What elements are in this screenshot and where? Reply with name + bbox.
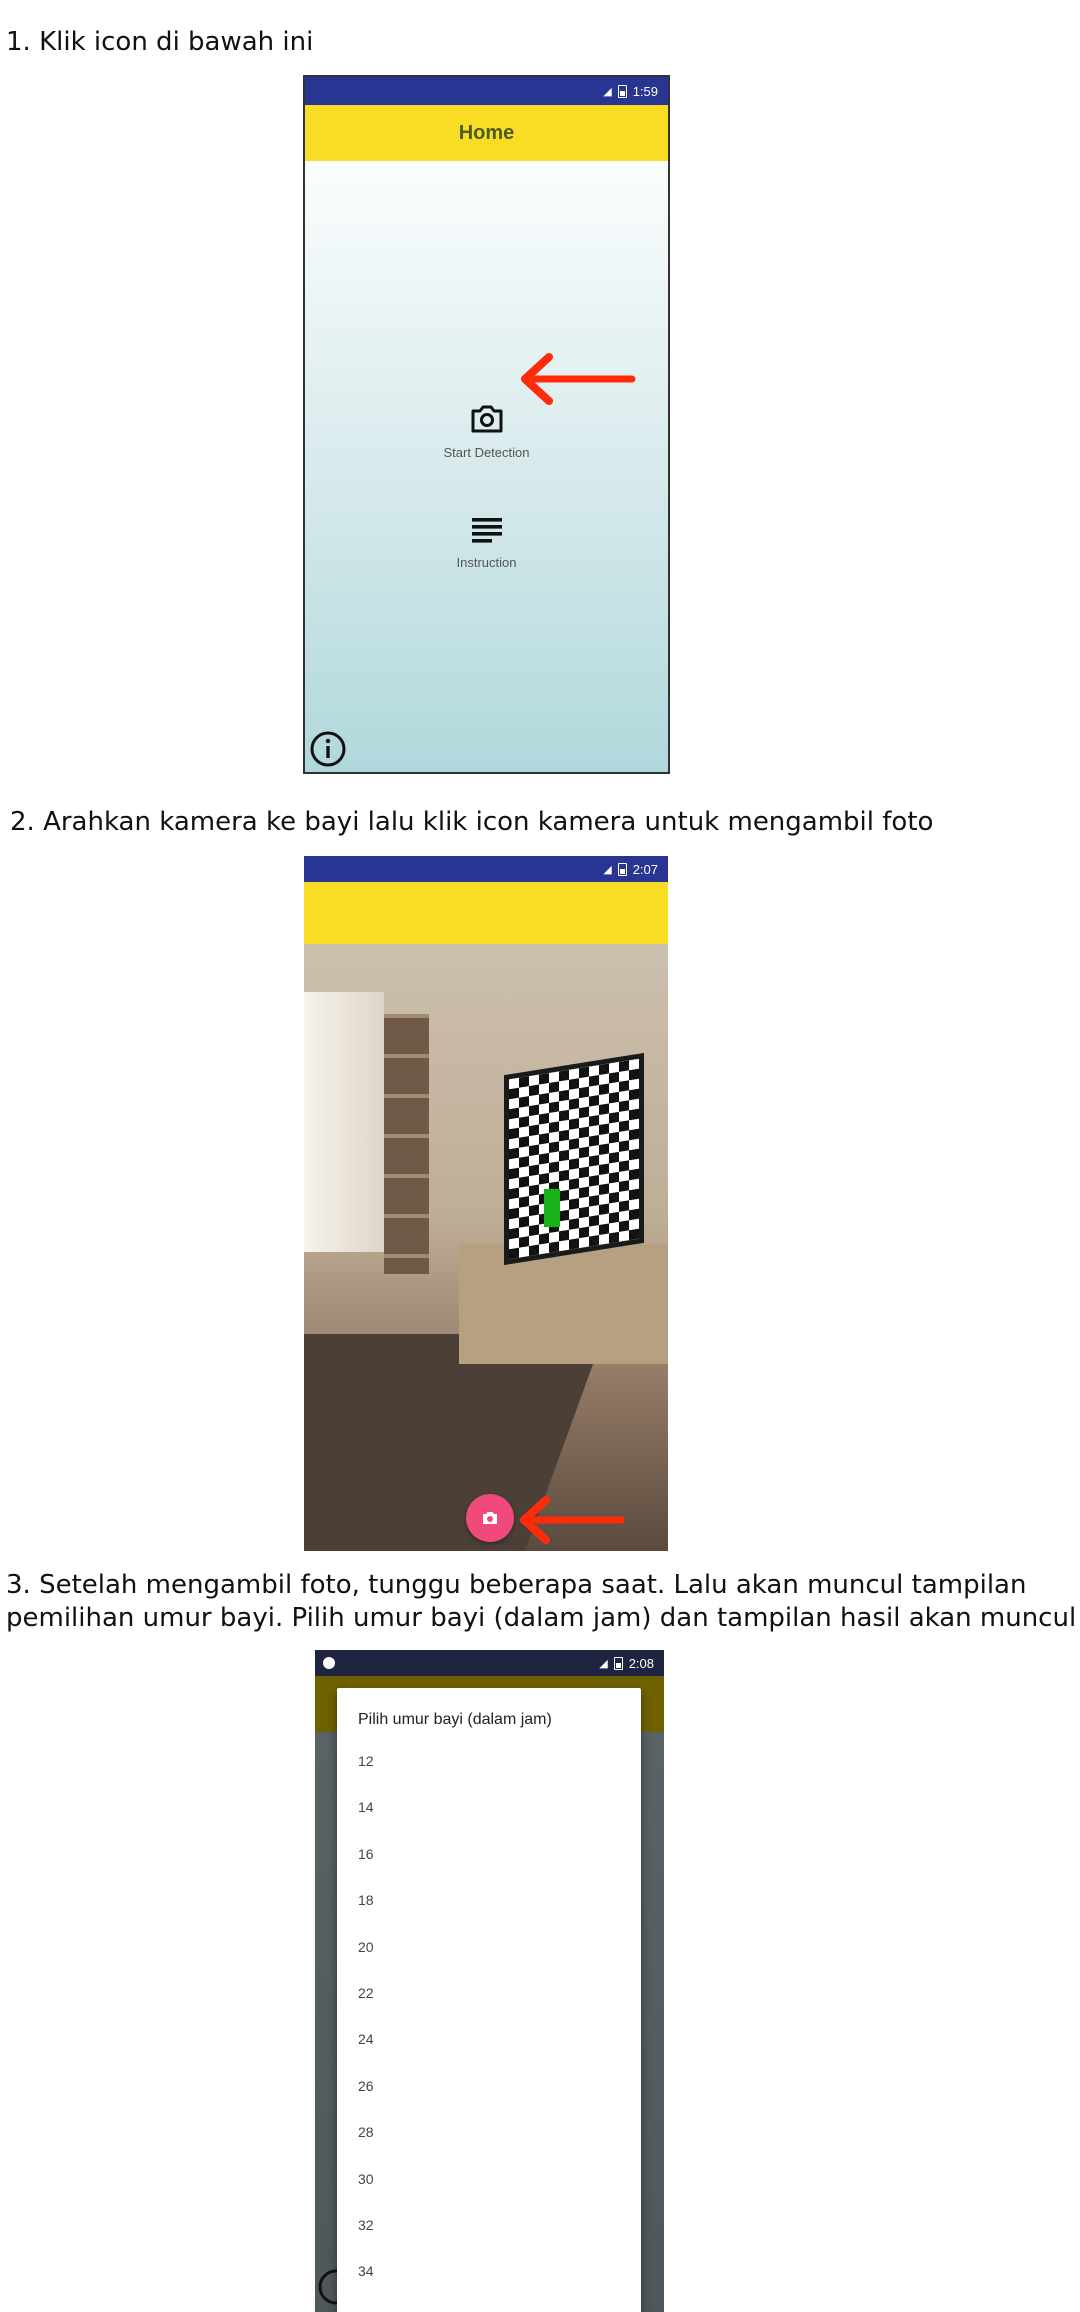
info-icon[interactable] xyxy=(309,730,347,768)
status-time: 2:08 xyxy=(628,1655,654,1671)
age-option-16[interactable]: 16 xyxy=(337,1847,641,1893)
room-bookshelf xyxy=(384,1014,429,1274)
age-option-34[interactable]: 34 xyxy=(337,2264,641,2310)
signal-icon: ◢ xyxy=(599,1657,608,1670)
signal-icon: ◢ xyxy=(603,863,612,876)
start-detection-button[interactable]: Start Detection xyxy=(305,401,668,460)
battery-icon xyxy=(617,862,627,876)
age-option-30[interactable]: 30 xyxy=(337,2171,641,2218)
age-picker-dialog: Pilih umur bayi (dalam jam) 12 14 16 18 … xyxy=(337,1688,641,2312)
start-detection-label: Start Detection xyxy=(443,445,530,460)
room-window xyxy=(304,992,384,1252)
checkerboard-tv xyxy=(504,1052,644,1266)
status-bar: ◢ 2:08 xyxy=(315,1650,664,1676)
pointer-arrow-icon xyxy=(520,1496,625,1544)
detection-marker xyxy=(544,1189,560,1227)
step-3-line-2: pemilihan umur bayi. Pilih umur bayi (da… xyxy=(6,1603,1077,1633)
home-content: Start Detection Instruction xyxy=(305,161,668,772)
age-option-22[interactable]: 22 xyxy=(337,1986,641,2032)
phone-screenshot-home: ◢ 1:59 Home Start Detection Instruction xyxy=(303,75,670,774)
app-bar-title: Home xyxy=(458,121,515,144)
app-bar xyxy=(304,882,668,944)
instruction-button[interactable]: Instruction xyxy=(305,513,668,570)
battery-icon xyxy=(617,84,627,98)
age-option-28[interactable]: 28 xyxy=(337,2125,641,2171)
camera-preview xyxy=(304,944,668,1551)
status-time: 2:07 xyxy=(632,861,658,877)
phone-screenshot-camera: ◢ 2:07 xyxy=(304,856,668,1551)
step-3-text: 3. Setelah mengambil foto, tunggu bebera… xyxy=(6,1569,1076,1635)
age-option-26[interactable]: 26 xyxy=(337,2079,641,2125)
age-option-list: 12 14 16 18 20 22 24 26 28 30 32 34 xyxy=(337,1754,641,2311)
tv-cabinet xyxy=(459,1244,668,1364)
phone-screenshot-age-picker: ◢ 2:08 Pilih umur bayi (dalam jam) 12 14… xyxy=(315,1650,664,2312)
battery-icon xyxy=(613,1656,623,1670)
list-icon xyxy=(471,518,502,543)
step-2-text: 2. Arahkan kamera ke bayi lalu klik icon… xyxy=(10,807,934,837)
age-option-14[interactable]: 14 xyxy=(337,1800,641,1846)
status-bar: ◢ 1:59 xyxy=(305,77,668,105)
age-option-12[interactable]: 12 xyxy=(337,1754,641,1800)
age-option-20[interactable]: 20 xyxy=(337,1940,641,1986)
step-1-text: 1. Klik icon di bawah ini xyxy=(6,27,314,57)
notification-dot-icon xyxy=(323,1657,335,1669)
step-3-line-1: 3. Setelah mengambil foto, tunggu bebera… xyxy=(6,1570,1027,1600)
capture-button[interactable] xyxy=(466,1494,514,1542)
status-bar: ◢ 2:07 xyxy=(304,856,668,882)
age-option-24[interactable]: 24 xyxy=(337,2032,641,2078)
pointer-arrow-icon xyxy=(521,353,636,405)
app-bar: Home xyxy=(305,105,668,161)
age-option-18[interactable]: 18 xyxy=(337,1893,641,1939)
camera-icon xyxy=(471,405,502,433)
camera-icon xyxy=(483,1512,497,1524)
status-time: 1:59 xyxy=(632,83,658,99)
dialog-title: Pilih umur bayi (dalam jam) xyxy=(358,1711,552,1728)
signal-icon: ◢ xyxy=(603,85,612,98)
instruction-label: Instruction xyxy=(456,555,517,570)
age-option-32[interactable]: 32 xyxy=(337,2218,641,2264)
